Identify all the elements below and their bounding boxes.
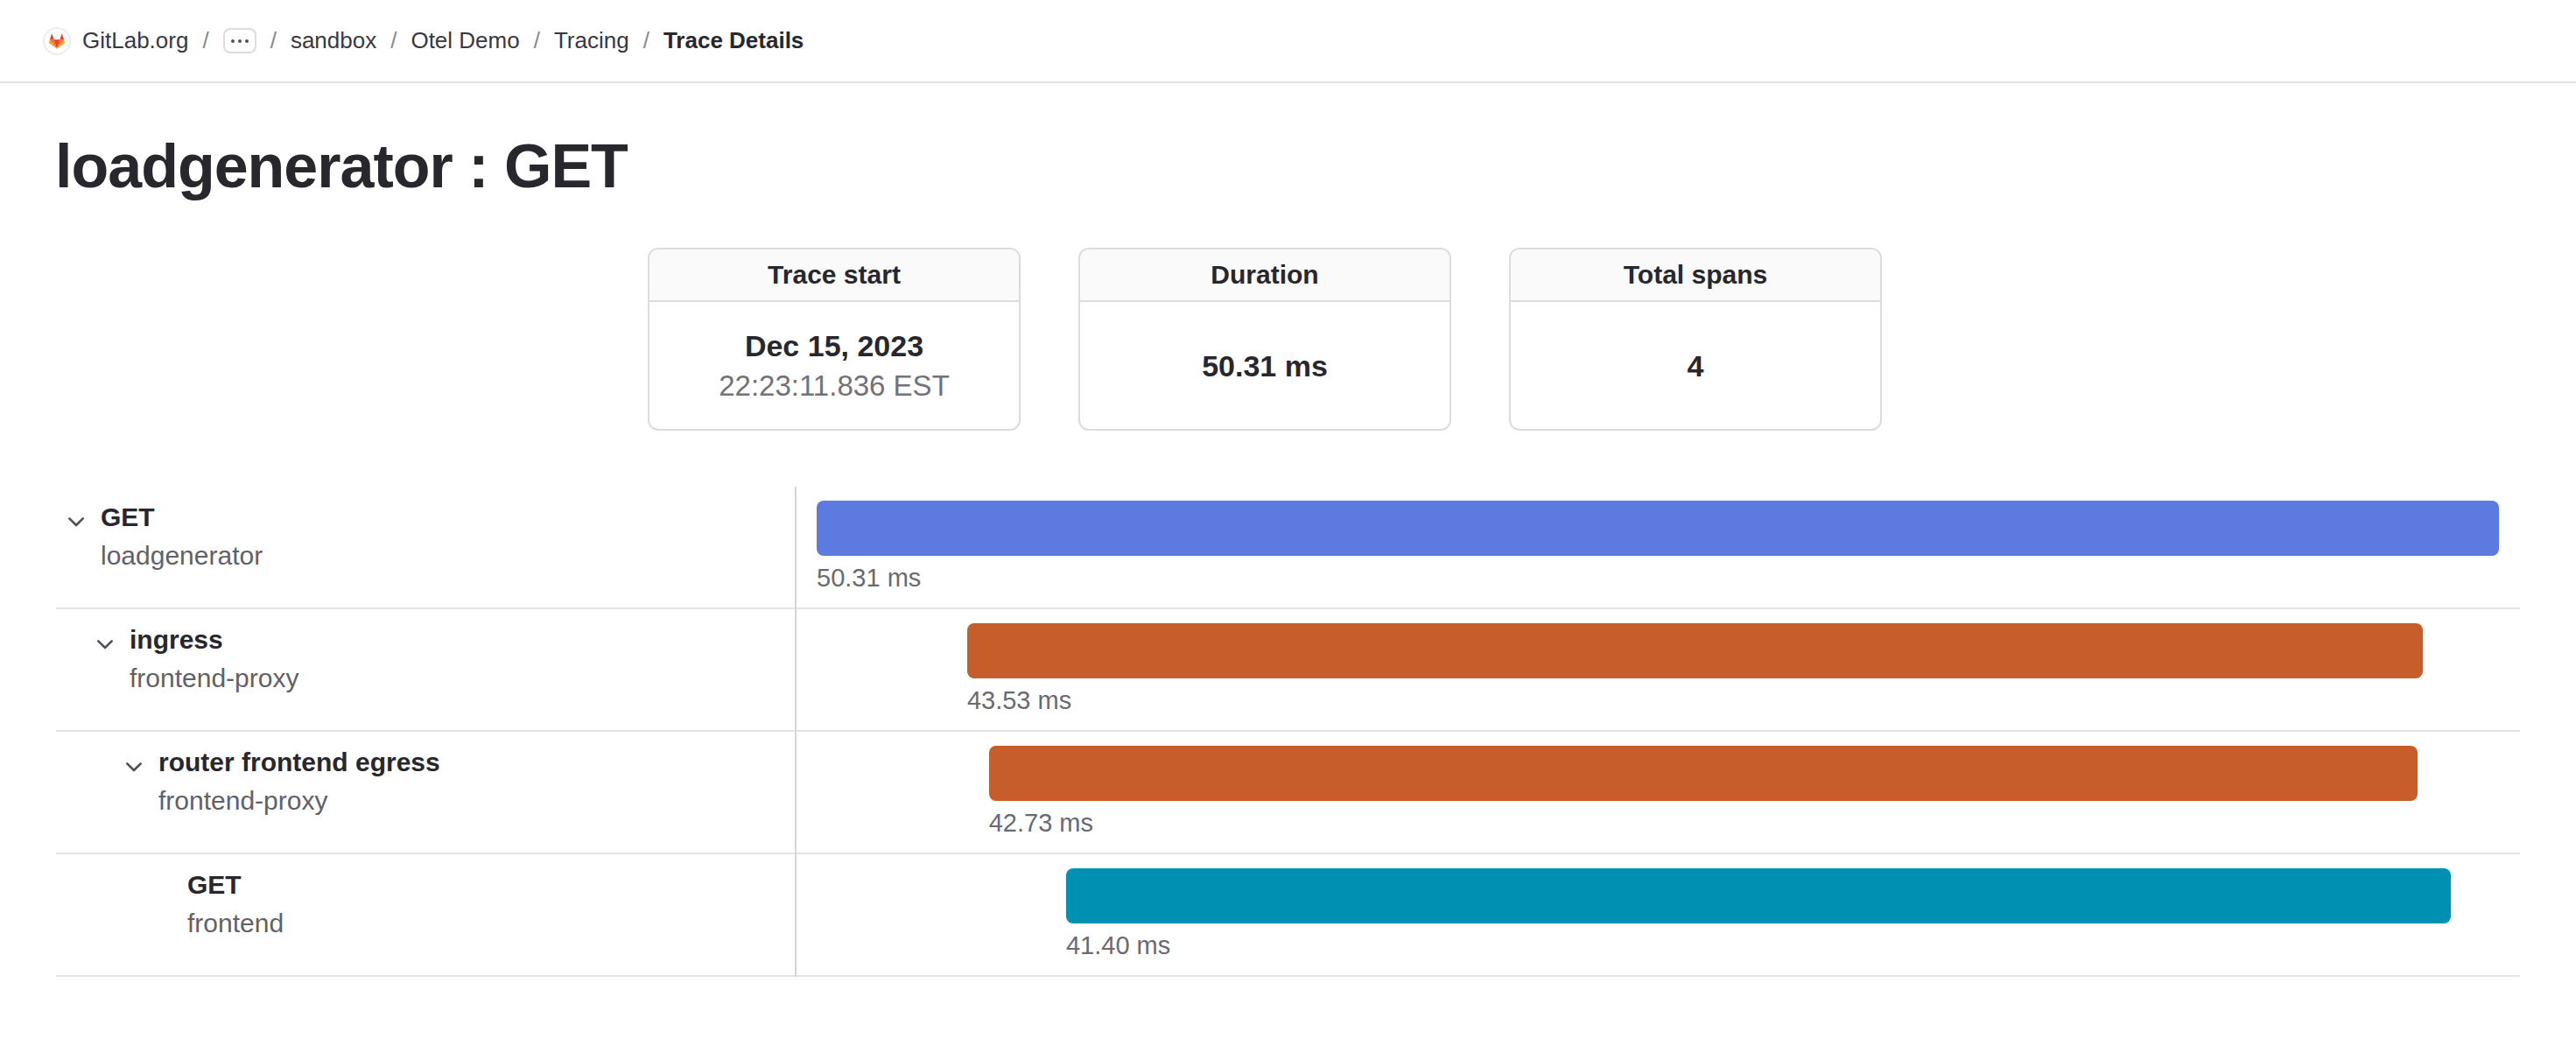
breadcrumb-bar: GitLab.org / / sandbox / Otel Demo / Tracing… — [0, 0, 2576, 83]
summary-card: Total spans 4 — [1509, 248, 1882, 431]
ellipsis-dot — [245, 39, 249, 43]
span-row[interactable]: GET frontend 41.40 ms — [56, 854, 2520, 977]
waterfall-column-divider — [795, 487, 797, 977]
span-name: router frontend egress — [158, 745, 440, 780]
summary-card: Duration 50.31 ms — [1078, 248, 1451, 431]
summary-cards: Trace start Dec 15, 2023 22:23:11.836 ES… — [648, 248, 1882, 431]
breadcrumb-item-current: Trace Details — [663, 27, 804, 54]
summary-card-value: 50.31 ms — [1202, 346, 1328, 386]
breadcrumb-separator: / — [534, 27, 540, 54]
page-title: loadgenerator : GET — [55, 131, 628, 201]
summary-card: Trace start Dec 15, 2023 22:23:11.836 ES… — [648, 248, 1021, 431]
breadcrumb-item[interactable]: Otel Demo — [411, 27, 519, 54]
span-row[interactable]: GET loadgenerator 50.31 ms — [56, 487, 2520, 609]
breadcrumb-item[interactable]: sandbox — [291, 27, 376, 54]
span-waterfall: GET loadgenerator 50.31 ms ingress front… — [56, 487, 2520, 977]
span-duration-label: 43.53 ms — [967, 686, 1071, 715]
span-duration-label: 42.73 ms — [989, 809, 1093, 838]
span-row[interactable]: router frontend egress frontend-proxy 42… — [56, 732, 2520, 854]
summary-card-subvalue: 22:23:11.836 EST — [719, 366, 950, 406]
span-name: GET — [101, 500, 155, 535]
chevron-down-icon[interactable] — [93, 632, 117, 656]
span-duration-bar[interactable] — [967, 623, 2423, 678]
breadcrumb: GitLab.org / / sandbox / Otel Demo / Tracing… — [45, 27, 804, 54]
breadcrumb-separator: / — [390, 27, 397, 54]
breadcrumb-separator: / — [202, 27, 208, 54]
span-service: frontend-proxy — [130, 661, 298, 696]
span-duration-bar[interactable] — [989, 746, 2418, 801]
span-name: ingress — [130, 622, 223, 657]
span-duration-label: 50.31 ms — [817, 564, 921, 593]
chevron-down-icon[interactable] — [64, 509, 88, 534]
gitlab-logo-icon — [45, 29, 69, 53]
breadcrumb-ellipsis-button[interactable] — [223, 28, 256, 53]
span-row[interactable]: ingress frontend-proxy 43.53 ms — [56, 609, 2520, 732]
breadcrumb-separator: / — [643, 27, 649, 54]
span-service: loadgenerator — [101, 538, 263, 573]
breadcrumb-separator: / — [270, 27, 277, 54]
breadcrumb-item-root[interactable]: GitLab.org — [82, 27, 188, 54]
breadcrumb-item[interactable]: Tracing — [554, 27, 629, 54]
ellipsis-dot — [238, 39, 242, 43]
breadcrumb-items: sandbox / Otel Demo / Tracing / — [291, 27, 663, 54]
chevron-down-icon[interactable] — [122, 755, 146, 779]
span-service: frontend — [187, 906, 284, 941]
summary-card-title: Trace start — [649, 249, 1019, 302]
summary-card-title: Duration — [1080, 249, 1449, 302]
ellipsis-dot — [231, 39, 235, 43]
summary-card-value: 4 — [1688, 346, 1704, 386]
summary-card-value: Dec 15, 2023 — [745, 326, 923, 366]
span-service: frontend-proxy — [158, 783, 327, 818]
summary-card-title: Total spans — [1511, 249, 1880, 302]
span-duration-label: 41.40 ms — [1066, 931, 1170, 960]
span-duration-bar[interactable] — [1066, 868, 2451, 923]
span-duration-bar[interactable] — [817, 501, 2499, 556]
span-name: GET — [187, 867, 242, 902]
